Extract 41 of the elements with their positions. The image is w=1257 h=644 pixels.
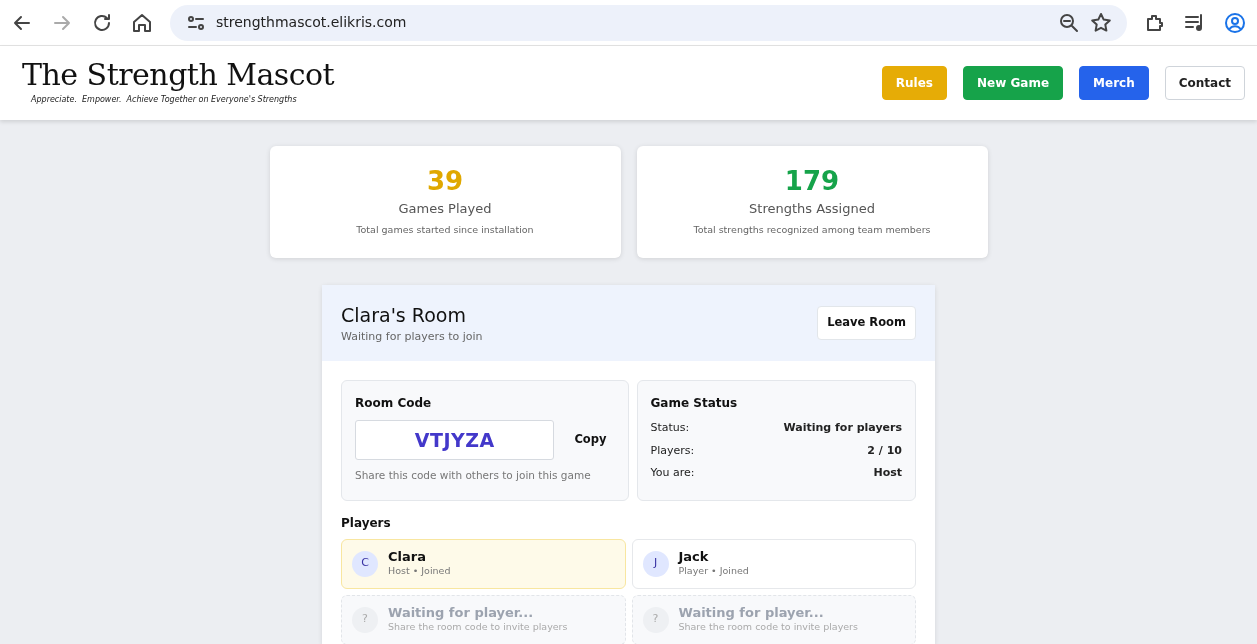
tagline: Appreciate. Empower. Achieve Together on Everyone's Strengths — [31, 94, 298, 106]
room-code-field[interactable]: VTJYZA — [355, 420, 555, 460]
status-value: 2 / 10 — [867, 442, 902, 459]
player-name: Jack — [678, 548, 710, 565]
player-avatar: ? — [352, 606, 378, 633]
status-value: Waiting for players — [783, 420, 902, 436]
status-label: Players: — [650, 442, 695, 459]
leave-room-button[interactable]: Leave Room — [817, 306, 916, 340]
stat-value: 39 — [426, 166, 464, 196]
star-icon[interactable] — [1089, 10, 1113, 35]
player-name: Waiting for player... — [678, 604, 825, 621]
stat-label: Strengths Assigned — [749, 200, 875, 219]
player-avatar: C — [352, 550, 378, 577]
player-name: Clara — [388, 548, 427, 565]
stat-value: 179 — [784, 166, 840, 196]
site-logo[interactable]: The Strength Mascot — [22, 60, 335, 90]
status-label: You are: — [650, 465, 695, 481]
status-value: Host — [873, 465, 902, 481]
nav-button[interactable]: Merch — [1079, 66, 1149, 100]
panel-heading: Game Status — [650, 395, 739, 412]
url-text: strengthmascot.elikris.com — [216, 13, 408, 32]
players-heading: Players — [341, 514, 392, 532]
stat-label: Games Played — [398, 200, 492, 219]
player-detail: Player • Joined — [678, 564, 749, 579]
profile-icon[interactable] — [1223, 10, 1247, 35]
player-detail: Share the room code to invite players — [678, 620, 858, 635]
nav-button[interactable]: Contact — [1164, 66, 1245, 100]
room-subtitle: Waiting for players to join — [341, 329, 483, 345]
room-title: Clara's Room — [341, 302, 467, 328]
code-hint: Share this code with others to join this game — [355, 468, 592, 483]
player-avatar: J — [642, 550, 669, 577]
stat-note: Total games started since installation — [356, 222, 534, 237]
stat-note: Total strengths recognized among team members — [693, 222, 931, 237]
player-name: Waiting for player... — [388, 604, 535, 621]
player-detail: Host • Joined — [388, 564, 451, 579]
copy-button[interactable]: Copy — [566, 427, 615, 453]
address-bar[interactable]: strengthmascot.elikris.com — [170, 4, 1127, 41]
player-detail: Share the room code to invite players — [388, 620, 568, 635]
panel-heading: Room Code — [355, 395, 433, 412]
status-label: Status: — [650, 420, 690, 436]
player-avatar: ? — [642, 606, 669, 633]
